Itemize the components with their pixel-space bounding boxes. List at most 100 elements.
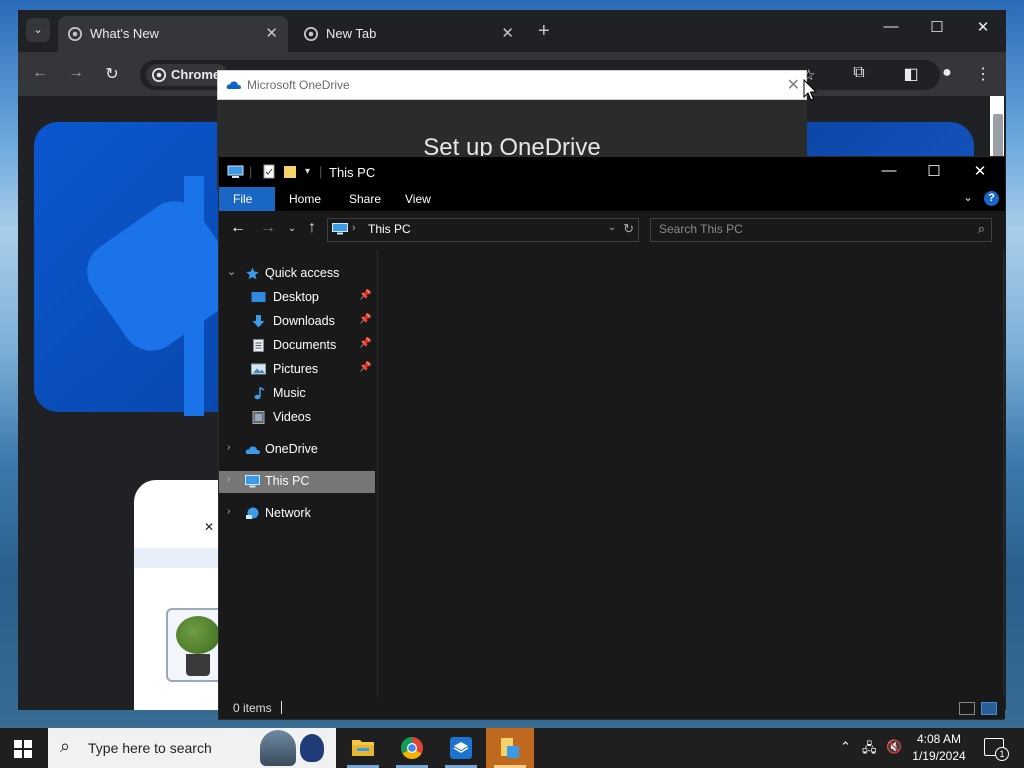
address-bar[interactable]: › This PC ⌄ ↻	[327, 218, 639, 242]
chevron-right-icon[interactable]: ›	[227, 474, 230, 485]
tab-view[interactable]: View	[391, 187, 445, 211]
forward-arrow-icon[interactable]: →	[257, 219, 279, 237]
taskbar-app-box[interactable]	[437, 728, 485, 768]
close-window-button[interactable]: ✕	[965, 162, 995, 180]
nav-this-pc[interactable]: › This PC	[219, 471, 375, 493]
nav-label: Desktop	[273, 290, 319, 304]
profile-icon[interactable]: ●	[936, 64, 958, 82]
this-pc-icon	[227, 165, 244, 178]
folder-icon	[352, 740, 374, 756]
breadcrumb[interactable]: This PC	[368, 222, 411, 236]
nav-item-desktop[interactable]: Desktop 📌	[219, 287, 375, 309]
nav-network[interactable]: › Network	[219, 503, 375, 525]
nav-label: This PC	[265, 474, 310, 488]
side-panel-icon[interactable]: ◧	[900, 64, 922, 84]
tab-new-tab[interactable]: New Tab ✕	[294, 16, 524, 52]
nav-item-downloads[interactable]: Downloads 📌	[219, 311, 375, 333]
taskbar-search-input[interactable]: ⌕ Type here to search	[48, 728, 336, 768]
nav-item-documents[interactable]: Documents 📌	[219, 335, 375, 357]
taskbar-onedrive-setup[interactable]	[486, 728, 534, 768]
system-clock[interactable]: 4:08 AM 1/19/2024	[904, 731, 974, 765]
extensions-icon[interactable]: ⧉	[848, 64, 870, 82]
chevron-right-icon[interactable]: ›	[227, 442, 230, 453]
tab-share[interactable]: Share	[335, 187, 395, 211]
search-highlight-figure-icon[interactable]	[260, 730, 296, 766]
nav-item-pictures[interactable]: Pictures 📌	[219, 359, 375, 381]
network-status-icon[interactable]: 🖧	[862, 739, 877, 761]
music-note-icon	[254, 387, 265, 400]
chevron-up-icon[interactable]: ⌃	[840, 739, 851, 755]
breadcrumb-separator-icon: ›	[352, 222, 356, 234]
tab-home[interactable]: Home	[275, 187, 335, 211]
maximize-button[interactable]: ☐	[919, 162, 949, 180]
windows-start-icon[interactable]	[14, 740, 32, 758]
tab-label: New Tab	[326, 26, 377, 41]
nav-label: Quick access	[265, 266, 340, 280]
search-icon: ⌕	[977, 221, 985, 236]
file-list-area[interactable]	[378, 249, 1003, 697]
maximize-button[interactable]: ☐	[922, 18, 952, 36]
minimize-button[interactable]: —	[876, 18, 906, 35]
ribbon-tabs: File Home Share View ⌄ ?	[219, 187, 1005, 211]
notification-badge: 1	[995, 747, 1009, 761]
dialog-close-button[interactable]: ✕	[787, 75, 800, 95]
forward-arrow-icon[interactable]: →	[66, 64, 86, 82]
minimize-button[interactable]: —	[874, 162, 904, 179]
refresh-icon[interactable]: ↻	[623, 221, 634, 237]
properties-icon[interactable]	[263, 164, 275, 179]
taskbar-file-explorer[interactable]	[339, 728, 387, 768]
back-arrow-icon[interactable]: ←	[227, 219, 249, 237]
help-icon[interactable]: ?	[984, 191, 999, 206]
search-input[interactable]: Search This PC ⌕	[650, 218, 992, 242]
pin-icon[interactable]: 📌	[359, 314, 371, 325]
clock-date: 1/19/2024	[912, 749, 966, 763]
large-icons-view-icon[interactable]	[981, 702, 997, 715]
chevron-right-icon[interactable]: ›	[227, 506, 230, 517]
details-view-icon[interactable]	[959, 702, 975, 715]
chrome-tab-strip: ⌄ What's New ✕ New Tab ✕ + — ☐ ✕	[18, 10, 1006, 52]
search-icon: ⌕	[60, 736, 71, 756]
onedrive-cloud-icon	[245, 446, 260, 454]
back-arrow-icon[interactable]: ←	[30, 64, 50, 82]
taskbar: ⌕ Type here to search ⌃ 🖧 🔇 4:08 AM 1/19…	[0, 728, 1024, 768]
status-bar: 0 items	[219, 697, 1005, 719]
menu-kebab-icon[interactable]: ⋮	[972, 64, 994, 84]
document-icon	[253, 339, 264, 352]
tab-label: What's New	[90, 26, 159, 41]
notification-center-icon[interactable]: 1	[984, 738, 1009, 761]
tab-search-button[interactable]: ⌄	[26, 18, 50, 42]
tab-close-icon[interactable]: ✕	[265, 24, 278, 42]
site-info-chip[interactable]: Chrome	[146, 64, 229, 86]
onedrive-cloud-icon	[226, 81, 241, 89]
volume-muted-icon[interactable]: 🔇	[886, 739, 902, 755]
close-icon[interactable]: ✕	[204, 520, 214, 534]
pin-icon[interactable]: 📌	[359, 338, 371, 349]
tab-close-icon[interactable]: ✕	[501, 24, 514, 42]
address-dropdown-icon[interactable]: ⌄	[608, 222, 616, 233]
nav-label: Music	[273, 386, 306, 400]
new-folder-icon[interactable]	[283, 164, 297, 179]
tab-whats-new[interactable]: What's New ✕	[58, 16, 288, 52]
nav-quick-access[interactable]: ⌄ Quick access	[219, 263, 375, 285]
nav-item-music[interactable]: Music	[219, 383, 375, 405]
network-icon	[246, 507, 259, 519]
desktop-icon	[251, 292, 266, 302]
recent-locations-icon[interactable]: ⌄	[281, 223, 303, 234]
pin-icon[interactable]: 📌	[359, 362, 371, 373]
up-arrow-icon[interactable]: ↑	[301, 219, 323, 237]
chevron-down-icon[interactable]: ⌄	[227, 265, 236, 278]
chrome-favicon-icon	[304, 27, 318, 41]
close-window-button[interactable]: ✕	[968, 18, 998, 36]
new-tab-button[interactable]: +	[538, 20, 550, 43]
search-placeholder: Search This PC	[659, 222, 743, 236]
reload-icon[interactable]: ↻	[102, 64, 122, 84]
tab-file[interactable]: File	[219, 187, 275, 211]
nav-item-videos[interactable]: Videos	[219, 407, 375, 429]
nav-onedrive[interactable]: › OneDrive	[219, 439, 375, 461]
customize-toolbar-icon[interactable]: ▾	[305, 166, 310, 177]
address-row: ← → ⌄ ↑ › This PC ⌄ ↻ Search This PC ⌕	[219, 211, 1005, 249]
expand-ribbon-icon[interactable]: ⌄	[963, 190, 973, 204]
search-highlight-bird-icon[interactable]	[300, 734, 324, 762]
pin-icon[interactable]: 📌	[359, 290, 371, 301]
taskbar-chrome[interactable]	[388, 728, 436, 768]
